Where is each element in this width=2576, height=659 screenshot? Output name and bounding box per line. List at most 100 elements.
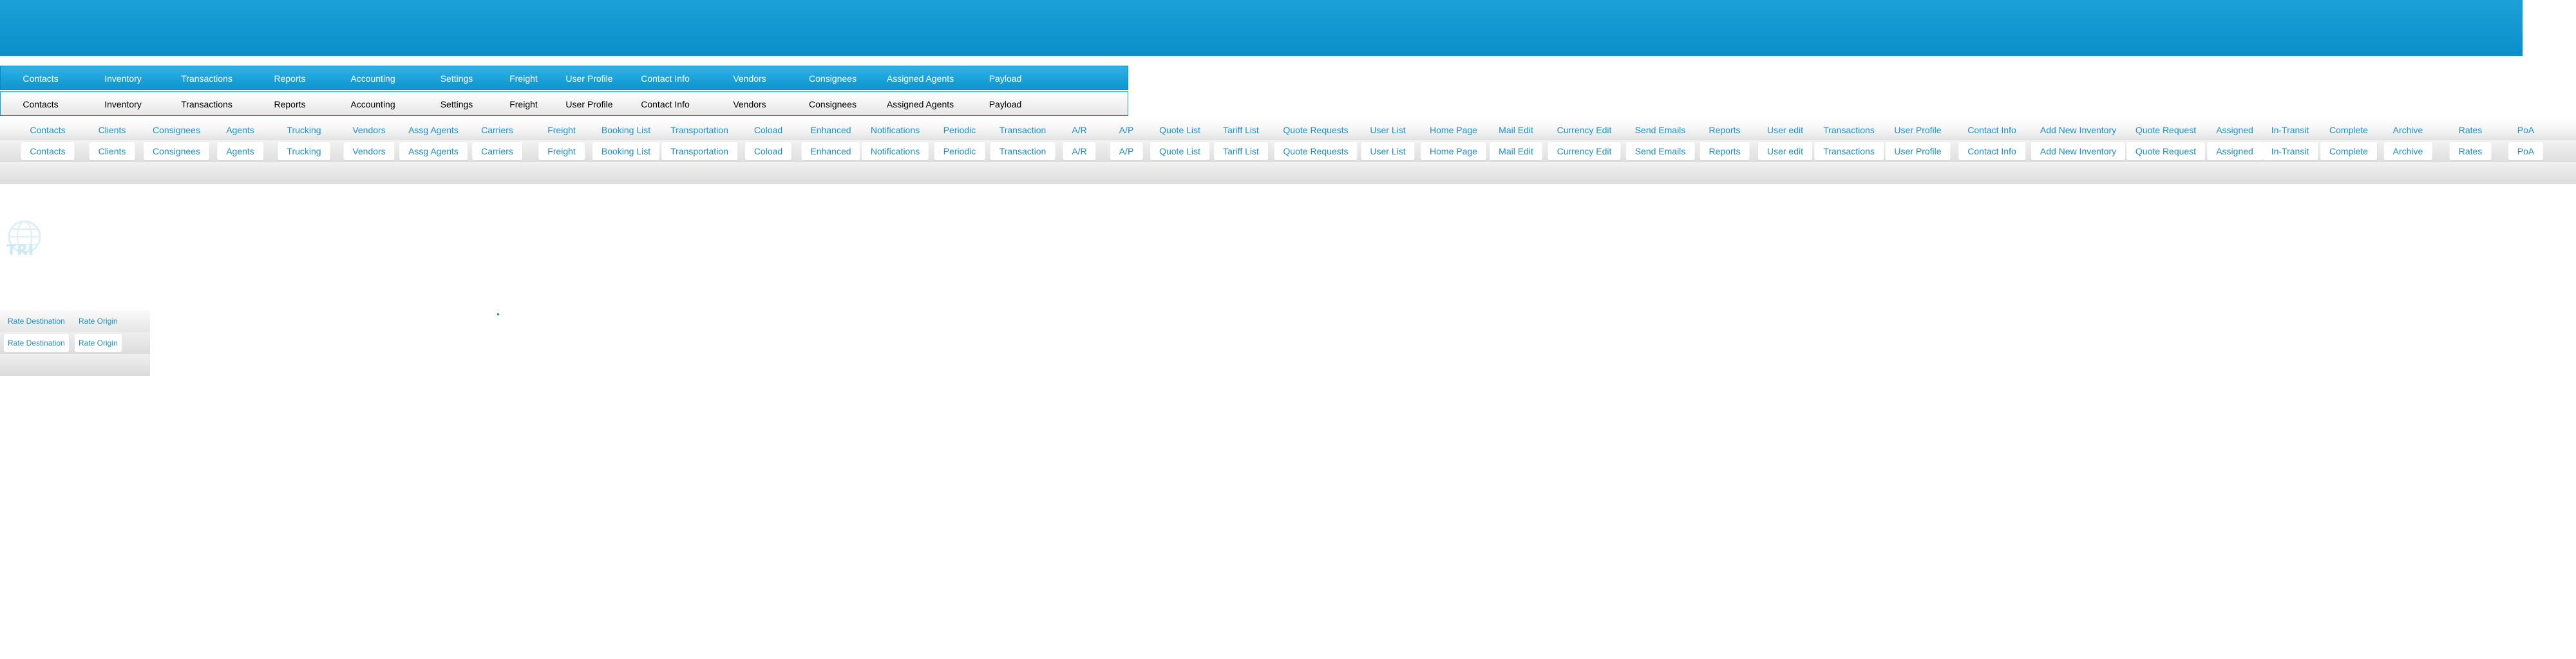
- tab-quote-requests[interactable]: Quote Requests: [1274, 123, 1357, 137]
- tab-user-edit-selected[interactable]: User edit: [1757, 142, 1813, 160]
- menu-item-freight[interactable]: Freight: [509, 73, 538, 84]
- tab-agents[interactable]: Agents: [217, 123, 263, 137]
- tab-assigned[interactable]: Assigned: [2207, 123, 2262, 137]
- tab-clients[interactable]: Clients: [90, 123, 135, 137]
- tab-notifications-selected[interactable]: Notifications: [861, 142, 929, 160]
- menu-item-vendors-hover[interactable]: Vendors: [733, 99, 766, 109]
- menu-item-contacts[interactable]: Contacts: [23, 73, 58, 84]
- tab-freight-selected[interactable]: Freight: [538, 142, 585, 160]
- tab-add-new-inventory[interactable]: Add New Inventory: [2031, 123, 2125, 137]
- menu-item-assigned-agents[interactable]: Assigned Agents: [887, 73, 954, 84]
- tab-clients-selected[interactable]: Clients: [89, 142, 135, 160]
- menu-item-contacts-hover[interactable]: Contacts: [23, 99, 58, 109]
- tab-a-p[interactable]: A/P: [1110, 123, 1143, 137]
- tab-complete[interactable]: Complete: [2320, 123, 2377, 137]
- tab-contact-info-selected[interactable]: Contact Info: [1958, 142, 2025, 160]
- tab-contact-info[interactable]: Contact Info: [1958, 123, 2025, 137]
- menu-item-accounting[interactable]: Accounting: [350, 73, 395, 84]
- tab-a-r[interactable]: A/R: [1063, 123, 1095, 137]
- tab-transactions-selected[interactable]: Transactions: [1814, 142, 1884, 160]
- tab-consignees-selected[interactable]: Consignees: [144, 142, 209, 160]
- tab-tariff-list[interactable]: Tariff List: [1214, 123, 1268, 137]
- tab-agents-selected[interactable]: Agents: [217, 142, 263, 160]
- tab-in-transit-selected[interactable]: In-Transit: [2262, 142, 2318, 160]
- tab-reports-selected[interactable]: Reports: [1700, 142, 1750, 160]
- tab-user-list-selected[interactable]: User List: [1361, 142, 1415, 160]
- menu-item-settings[interactable]: Settings: [440, 73, 473, 84]
- menu-item-transactions-hover[interactable]: Transactions: [181, 99, 232, 109]
- tab-currency-edit-selected[interactable]: Currency Edit: [1548, 142, 1621, 160]
- tab-assg-agents[interactable]: Assg Agents: [399, 123, 468, 137]
- tab-enhanced[interactable]: Enhanced: [801, 123, 860, 137]
- tab-a-r-selected[interactable]: A/R: [1063, 142, 1096, 160]
- tab-carriers[interactable]: Carriers: [472, 123, 522, 137]
- tab-coload[interactable]: Coload: [745, 123, 791, 137]
- tab-booking-list[interactable]: Booking List: [592, 123, 659, 137]
- menu-item-transactions[interactable]: Transactions: [181, 73, 232, 84]
- tab-consignees[interactable]: Consignees: [144, 123, 209, 137]
- tab-rates-selected[interactable]: Rates: [2449, 142, 2492, 160]
- tab-poa-selected[interactable]: PoA: [2508, 142, 2544, 160]
- menu-item-reports-hover[interactable]: Reports: [274, 99, 305, 109]
- menu-item-contact-info[interactable]: Contact Info: [641, 73, 690, 84]
- tab-quote-request-selected[interactable]: Quote Request: [2126, 142, 2206, 160]
- tab-coload-selected[interactable]: Coload: [744, 142, 792, 160]
- menu-item-assigned-agents-hover[interactable]: Assigned Agents: [887, 99, 954, 109]
- tab-complete-selected[interactable]: Complete: [2320, 142, 2377, 160]
- tab-user-list[interactable]: User List: [1361, 123, 1414, 137]
- tab-periodic-selected[interactable]: Periodic: [934, 142, 985, 160]
- tab-in-transit[interactable]: In-Transit: [2262, 123, 2318, 137]
- tab-freight[interactable]: Freight: [538, 123, 585, 137]
- tab-currency-edit[interactable]: Currency Edit: [1548, 123, 1621, 137]
- tab-rates[interactable]: Rates: [2450, 123, 2492, 137]
- menu-item-contact-info-hover[interactable]: Contact Info: [641, 99, 690, 109]
- tab-reports[interactable]: Reports: [1700, 123, 1749, 137]
- tab-tariff-list-selected[interactable]: Tariff List: [1214, 142, 1268, 160]
- tab-vendors[interactable]: Vendors: [343, 123, 394, 137]
- tab-rate-destination-selected[interactable]: Rate Destination: [4, 334, 69, 352]
- tab-enhanced-selected[interactable]: Enhanced: [801, 142, 860, 160]
- tab-trucking-selected[interactable]: Trucking: [278, 142, 330, 160]
- tab-periodic[interactable]: Periodic: [934, 123, 985, 137]
- tab-assigned-selected[interactable]: Assigned: [2207, 142, 2262, 160]
- tab-transportation[interactable]: Transportation: [661, 123, 737, 137]
- tab-contacts[interactable]: Contacts: [21, 123, 74, 137]
- menu-item-reports[interactable]: Reports: [274, 73, 305, 84]
- tab-add-new-inventory-selected[interactable]: Add New Inventory: [2031, 142, 2126, 160]
- tab-quote-list[interactable]: Quote List: [1150, 123, 1209, 137]
- tab-home-page-selected[interactable]: Home Page: [1421, 142, 1486, 160]
- tab-transaction[interactable]: Transaction: [990, 123, 1056, 137]
- tab-booking-list-selected[interactable]: Booking List: [592, 142, 660, 160]
- menu-item-accounting-hover[interactable]: Accounting: [350, 99, 395, 109]
- tab-user-profile-selected[interactable]: User Profile: [1885, 142, 1951, 160]
- tab-quote-list-selected[interactable]: Quote List: [1150, 142, 1209, 160]
- tab-rate-origin[interactable]: Rate Origin: [79, 317, 118, 326]
- menu-item-inventory[interactable]: Inventory: [104, 73, 142, 84]
- menu-item-vendors[interactable]: Vendors: [733, 73, 766, 84]
- tab-vendors-selected[interactable]: Vendors: [343, 142, 395, 160]
- menu-item-freight-hover[interactable]: Freight: [509, 99, 538, 109]
- tab-a-p-selected[interactable]: A/P: [1110, 142, 1143, 160]
- tab-home-page[interactable]: Home Page: [1421, 123, 1486, 137]
- menu-item-consignees[interactable]: Consignees: [809, 73, 857, 84]
- menu-item-user-profile-hover[interactable]: User Profile: [565, 99, 612, 109]
- menu-item-inventory-hover[interactable]: Inventory: [104, 99, 142, 109]
- tab-send-emails[interactable]: Send Emails: [1626, 123, 1695, 137]
- menu-item-user-profile[interactable]: User Profile: [565, 73, 612, 84]
- menu-item-consignees-hover[interactable]: Consignees: [809, 99, 857, 109]
- tab-user-profile[interactable]: User Profile: [1885, 123, 1950, 137]
- tab-mail-edit-selected[interactable]: Mail Edit: [1490, 142, 1542, 160]
- menu-item-payload-hover[interactable]: Payload: [989, 99, 1022, 109]
- menu-item-settings-hover[interactable]: Settings: [440, 99, 473, 109]
- tab-assg-agents-selected[interactable]: Assg Agents: [399, 142, 468, 160]
- tab-send-emails-selected[interactable]: Send Emails: [1625, 142, 1695, 160]
- tab-carriers-selected[interactable]: Carriers: [472, 142, 522, 160]
- tab-rate-destination[interactable]: Rate Destination: [8, 317, 65, 326]
- tab-trucking[interactable]: Trucking: [278, 123, 330, 137]
- tab-mail-edit[interactable]: Mail Edit: [1490, 123, 1542, 137]
- tab-archive[interactable]: Archive: [2384, 123, 2432, 137]
- tab-quote-requests-selected[interactable]: Quote Requests: [1274, 142, 1358, 160]
- tab-user-edit[interactable]: User edit: [1758, 123, 1812, 137]
- tab-notifications[interactable]: Notifications: [862, 123, 929, 137]
- tab-poa[interactable]: PoA: [2508, 123, 2543, 137]
